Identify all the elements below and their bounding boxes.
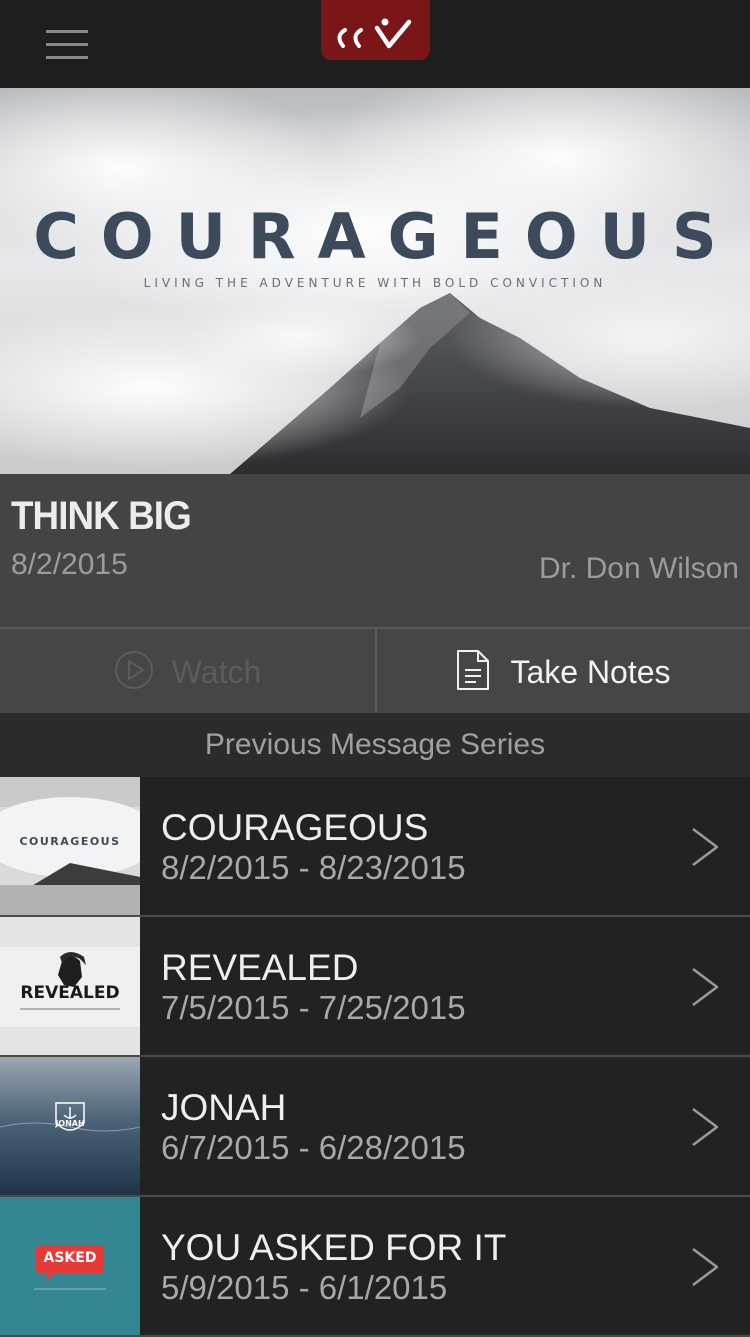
- series-item-jonah[interactable]: JONAH JONAH 6/7/2015 - 6/28/2015: [0, 1057, 750, 1197]
- series-dates: 8/2/2015 - 8/23/2015: [161, 849, 466, 886]
- series-thumb-text: REVEALED: [20, 983, 120, 1003]
- hero-title: COURAGEOUS: [33, 200, 739, 273]
- series-thumbnail: ASKED: [0, 1197, 140, 1335]
- chevron-right-icon: [692, 828, 719, 866]
- series-list: COURAGEOUS COURAGEOUS 8/2/2015 - 8/23/20…: [0, 777, 750, 1337]
- church-logo[interactable]: [321, 0, 430, 60]
- message-title: THINK BIG: [11, 494, 192, 538]
- document-icon: [456, 649, 490, 696]
- message-date: 8/2/2015: [11, 548, 128, 581]
- series-thumb-text: ASKED: [43, 1250, 97, 1266]
- watch-button[interactable]: Watch: [0, 629, 375, 715]
- series-dates: 7/5/2015 - 7/25/2015: [161, 989, 466, 1026]
- series-name: REVEALED: [161, 947, 359, 988]
- watch-label: Watch: [171, 653, 262, 690]
- take-notes-label: Take Notes: [510, 653, 671, 690]
- series-thumbnail: JONAH: [0, 1057, 140, 1195]
- series-thumb-text: COURAGEOUS: [19, 835, 121, 848]
- series-item-revealed[interactable]: REVEALED REVEALED 7/5/2015 - 7/25/2015: [0, 917, 750, 1057]
- series-item-you-asked-for-it[interactable]: ASKED YOU ASKED FOR IT 5/9/2015 - 6/1/20…: [0, 1197, 750, 1337]
- chevron-right-icon: [692, 1108, 719, 1146]
- top-bar: [0, 0, 750, 88]
- series-name: YOU ASKED FOR IT: [161, 1227, 507, 1268]
- series-name: COURAGEOUS: [161, 807, 429, 848]
- chevron-right-icon: [692, 1248, 719, 1286]
- message-speaker: Dr. Don Wilson: [538, 552, 739, 585]
- series-thumbnail: COURAGEOUS: [0, 777, 140, 915]
- chevron-right-icon: [692, 968, 719, 1006]
- series-dates: 5/9/2015 - 6/1/2015: [161, 1269, 448, 1306]
- series-item-courageous[interactable]: COURAGEOUS COURAGEOUS 8/2/2015 - 8/23/20…: [0, 777, 750, 917]
- series-dates: 6/7/2015 - 6/28/2015: [161, 1129, 466, 1166]
- hero-banner[interactable]: COURAGEOUS LIVING THE ADVENTURE WITH BOL…: [0, 88, 750, 474]
- series-thumbnail: REVEALED: [0, 917, 140, 1055]
- series-thumb-text: JONAH: [55, 1119, 85, 1128]
- series-name: JONAH: [161, 1087, 287, 1128]
- hero-subtitle: LIVING THE ADVENTURE WITH BOLD CONVICTIO…: [143, 276, 607, 290]
- hamburger-menu-icon[interactable]: [46, 30, 90, 60]
- previous-series-header: Previous Message Series: [0, 713, 750, 777]
- take-notes-button[interactable]: Take Notes: [377, 629, 750, 715]
- action-bar: Watch Take Notes: [0, 627, 750, 715]
- play-circle-icon: [114, 650, 154, 695]
- message-info-panel: THINK BIG 8/2/2015 Dr. Don Wilson: [0, 474, 750, 627]
